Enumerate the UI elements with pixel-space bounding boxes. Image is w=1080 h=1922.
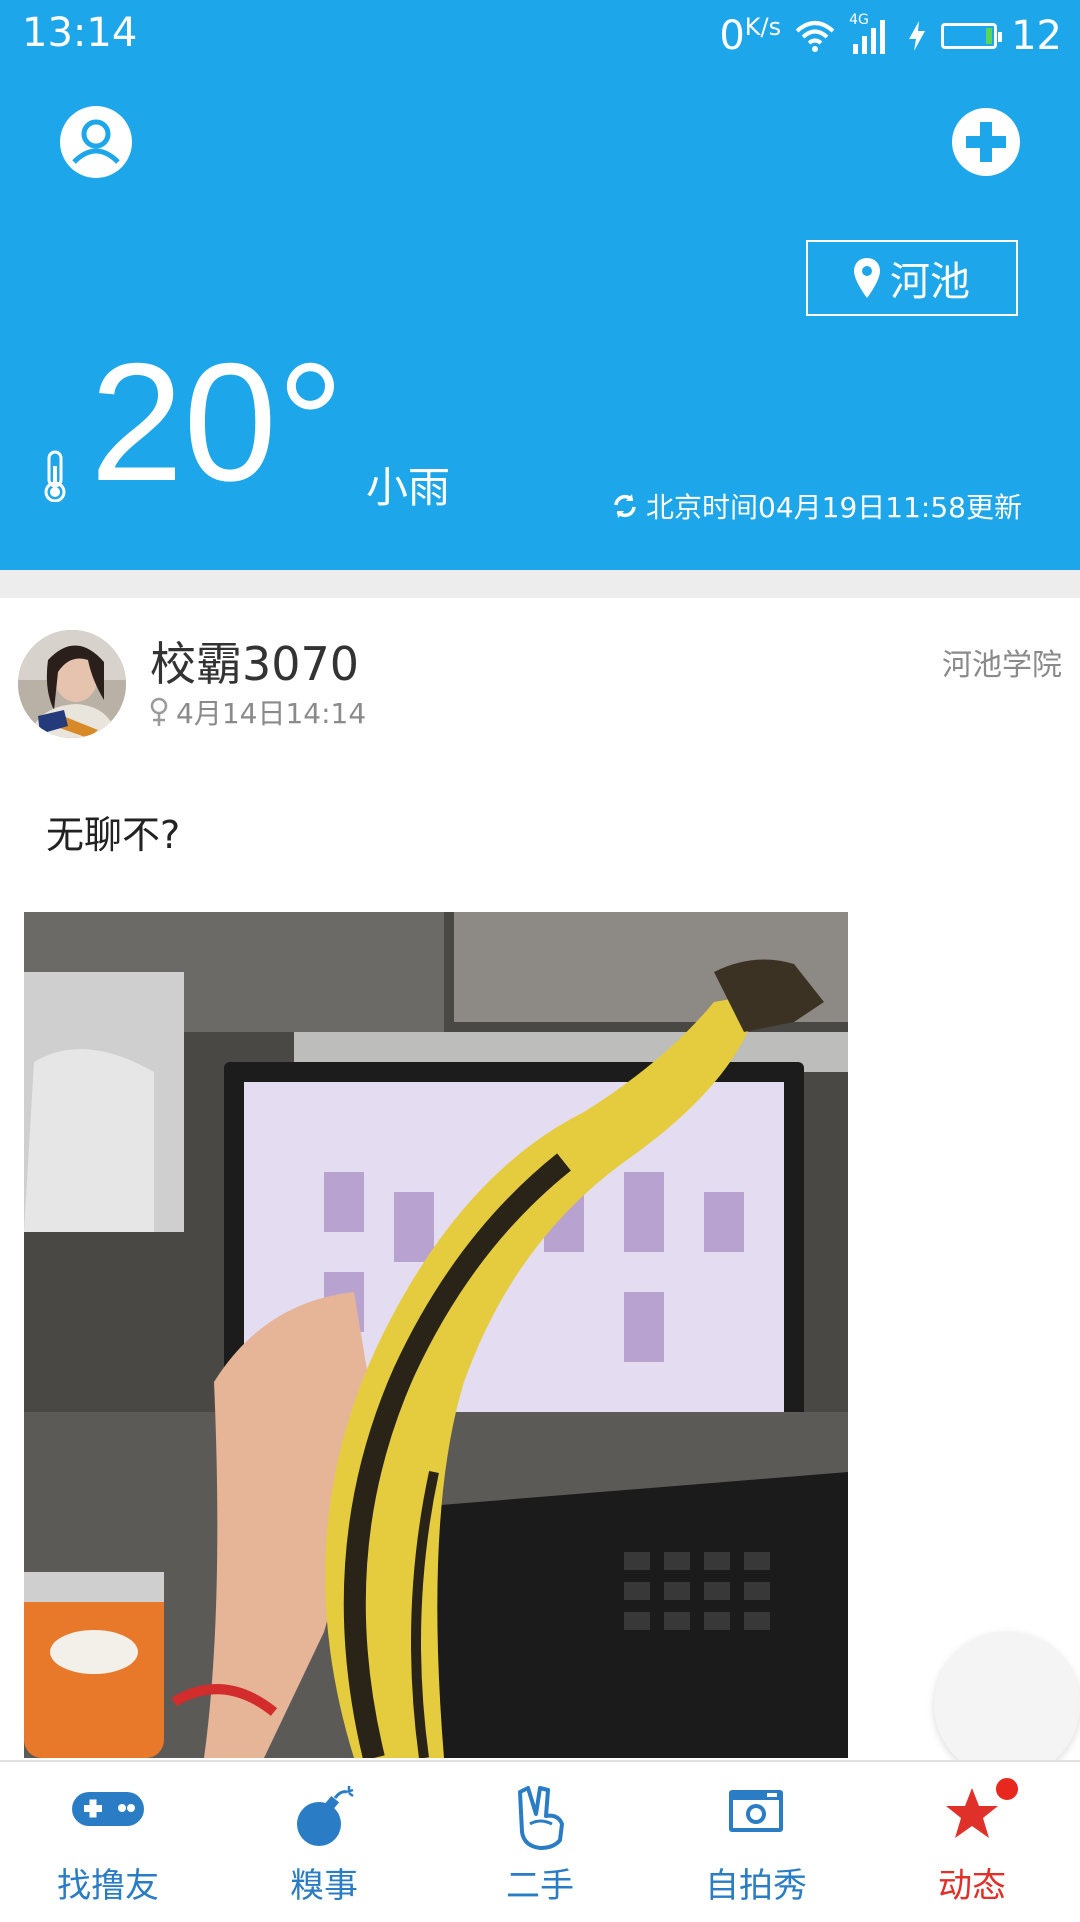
nav-item-secondhand[interactable]: 二手 [432, 1762, 648, 1922]
profile-icon[interactable] [58, 104, 134, 180]
post-meta: 4月14日14:14 [148, 692, 366, 732]
camera-icon [729, 1790, 783, 1832]
school-label[interactable]: 河池学院 [942, 640, 1062, 684]
bomb-icon [297, 1786, 354, 1846]
victory-hand-icon [518, 1786, 564, 1850]
post-photo [24, 912, 848, 1758]
nav-label: 找撸友 [57, 1866, 159, 1906]
nav-label: 糗事 [290, 1866, 358, 1906]
thermometer-icon [44, 450, 66, 502]
post-image[interactable] [24, 912, 848, 1758]
avatar-photo [18, 630, 126, 738]
weather-condition: 小雨 [366, 463, 451, 512]
nav-item-selfie[interactable]: 自拍秀 [648, 1762, 864, 1922]
nav-label: 动态 [938, 1866, 1006, 1906]
add-icon[interactable] [950, 106, 1022, 178]
charging-icon [909, 21, 926, 51]
nav-item-feed[interactable]: 动态 [864, 1762, 1080, 1922]
post-card[interactable]: 校霸3070 4月14日14:14 河池学院 无聊不? [0, 598, 1080, 1778]
battery-level: 12 [1011, 13, 1062, 59]
user-avatar[interactable] [18, 630, 126, 738]
update-text: 北京时间04月19日11:58更新 [646, 491, 1022, 524]
refresh-icon [614, 494, 636, 518]
nav-label: 自拍秀 [705, 1866, 807, 1906]
location-button[interactable]: 河池 [806, 240, 1018, 316]
floating-action-button[interactable] [934, 1632, 1080, 1778]
status-time: 13:14 [22, 10, 138, 56]
gamepad-icon [72, 1792, 144, 1826]
divider [0, 570, 1080, 598]
star-icon [946, 1788, 998, 1838]
female-icon [150, 697, 168, 726]
bottom-nav: 找撸友 糗事 二手 自拍秀 动态 [0, 1760, 1080, 1922]
notification-badge [994, 1776, 1020, 1802]
location-label: 河池 [890, 259, 970, 305]
temperature: 20° [90, 328, 345, 516]
net-speed-unit: K/s [744, 13, 782, 41]
post-text: 无聊不? [46, 813, 181, 857]
network-type: 4G [849, 12, 869, 28]
status-bar: 13:14 0K/s 4G 12 [0, 0, 1080, 72]
net-speed-value: 0 [719, 13, 745, 59]
net-speed: 0K/s [719, 13, 781, 59]
cellular-signal-icon: 4G [849, 12, 893, 54]
status-icons: 0K/s 4G 12 [719, 10, 1062, 62]
username[interactable]: 校霸3070 [150, 628, 359, 694]
update-time[interactable]: 北京时间04月19日11:58更新 [612, 486, 1022, 526]
nav-item-find-friends[interactable]: 找撸友 [0, 1762, 216, 1922]
location-pin-icon [854, 258, 880, 298]
wifi-icon [795, 21, 835, 52]
nav-label: 二手 [506, 1866, 574, 1906]
nav-item-funny[interactable]: 糗事 [216, 1762, 432, 1922]
weather-header: 河池 20° 小雨 北京时间04月19日11:58更新 [0, 72, 1080, 570]
battery-icon [941, 23, 1003, 49]
post-time: 4月14日14:14 [176, 697, 367, 730]
